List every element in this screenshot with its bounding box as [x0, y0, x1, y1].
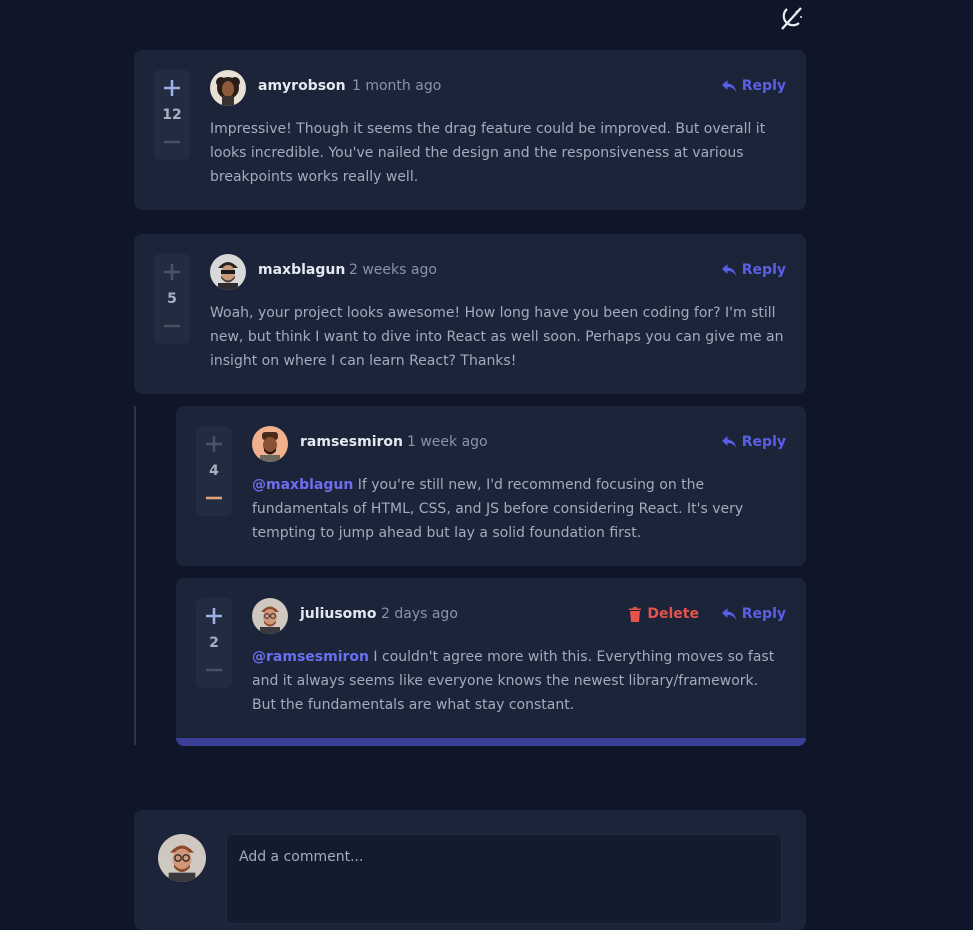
avatar: [158, 834, 206, 882]
reply-icon: [721, 79, 736, 92]
timestamp: 2 weeks ago: [349, 262, 437, 278]
plus-icon: [164, 80, 180, 96]
username[interactable]: ramsesmiron: [300, 434, 403, 450]
thread-line: [134, 406, 136, 745]
score: 4: [209, 463, 219, 479]
minus-icon: [206, 496, 222, 500]
reply-button[interactable]: Reply: [721, 262, 786, 278]
timestamp: 2 days ago: [381, 606, 458, 622]
plus-icon: [206, 608, 222, 624]
mention-link[interactable]: @ramsesmiron: [252, 649, 369, 665]
reply-button[interactable]: Reply: [721, 78, 786, 94]
comment-text: @maxblagun If you're still new, I'd reco…: [252, 473, 786, 545]
plus-icon: [164, 264, 180, 280]
reply-card: 4 ramsesmiron 1 week ago Reply @maxblagu…: [176, 406, 806, 566]
username[interactable]: maxblagun: [258, 262, 345, 278]
compose-box: [134, 810, 806, 930]
reply-label: Reply: [741, 262, 786, 278]
downvote-button[interactable]: [204, 660, 224, 680]
score: 5: [167, 291, 177, 307]
delete-label: Delete: [647, 606, 699, 622]
avatar: [210, 254, 246, 290]
plus-icon: [206, 436, 222, 452]
vote-control: 5: [154, 254, 190, 344]
vote-control: 2: [196, 598, 232, 688]
upvote-button[interactable]: [162, 262, 182, 282]
score: 2: [209, 635, 219, 651]
comment-card: 12 amyrobson 1 month ago Reply Impressiv…: [134, 50, 806, 210]
theme-toggle-button[interactable]: [777, 4, 805, 32]
score: 12: [162, 107, 182, 123]
username[interactable]: juliusomo: [300, 606, 377, 622]
upvote-button[interactable]: [162, 78, 182, 98]
reply-label: Reply: [741, 434, 786, 450]
username[interactable]: amyrobson: [258, 78, 346, 94]
reply-label: Reply: [741, 606, 786, 622]
comment-card: 5 maxblagun 2 weeks ago Reply Woah, your…: [134, 234, 806, 394]
comment-text: Impressive! Though it seems the drag fea…: [210, 121, 766, 185]
vote-control: 12: [154, 70, 190, 160]
downvote-button[interactable]: [162, 132, 182, 152]
delete-button[interactable]: Delete: [629, 606, 699, 622]
mention-link[interactable]: @maxblagun: [252, 477, 353, 493]
reply-button[interactable]: Reply: [721, 434, 786, 450]
trash-icon: [629, 606, 642, 622]
timestamp: 1 week ago: [407, 434, 488, 450]
comment-text: @ramsesmiron I couldn't agree more with …: [252, 645, 786, 717]
avatar: [252, 598, 288, 634]
upvote-button[interactable]: [204, 606, 224, 626]
comment-input[interactable]: [226, 834, 782, 924]
comment-text: Woah, your project looks awesome! How lo…: [210, 305, 784, 369]
upvote-button[interactable]: [204, 434, 224, 454]
timestamp: 1 month ago: [352, 78, 442, 94]
avatar: [210, 70, 246, 106]
reply-icon: [721, 435, 736, 448]
vote-control: 4: [196, 426, 232, 516]
minus-icon: [164, 324, 180, 328]
reply-button[interactable]: Reply: [721, 606, 786, 622]
minus-icon: [164, 140, 180, 144]
reply-icon: [721, 607, 736, 620]
moon-slash-icon: [781, 7, 802, 30]
minus-icon: [206, 668, 222, 672]
reply-icon: [721, 263, 736, 276]
avatar: [252, 426, 288, 462]
reply-card: 2 juliusomo 2 days ago Delete Reply @ram…: [176, 578, 806, 746]
downvote-button[interactable]: [204, 488, 224, 508]
downvote-button[interactable]: [162, 316, 182, 336]
reply-label: Reply: [741, 78, 786, 94]
